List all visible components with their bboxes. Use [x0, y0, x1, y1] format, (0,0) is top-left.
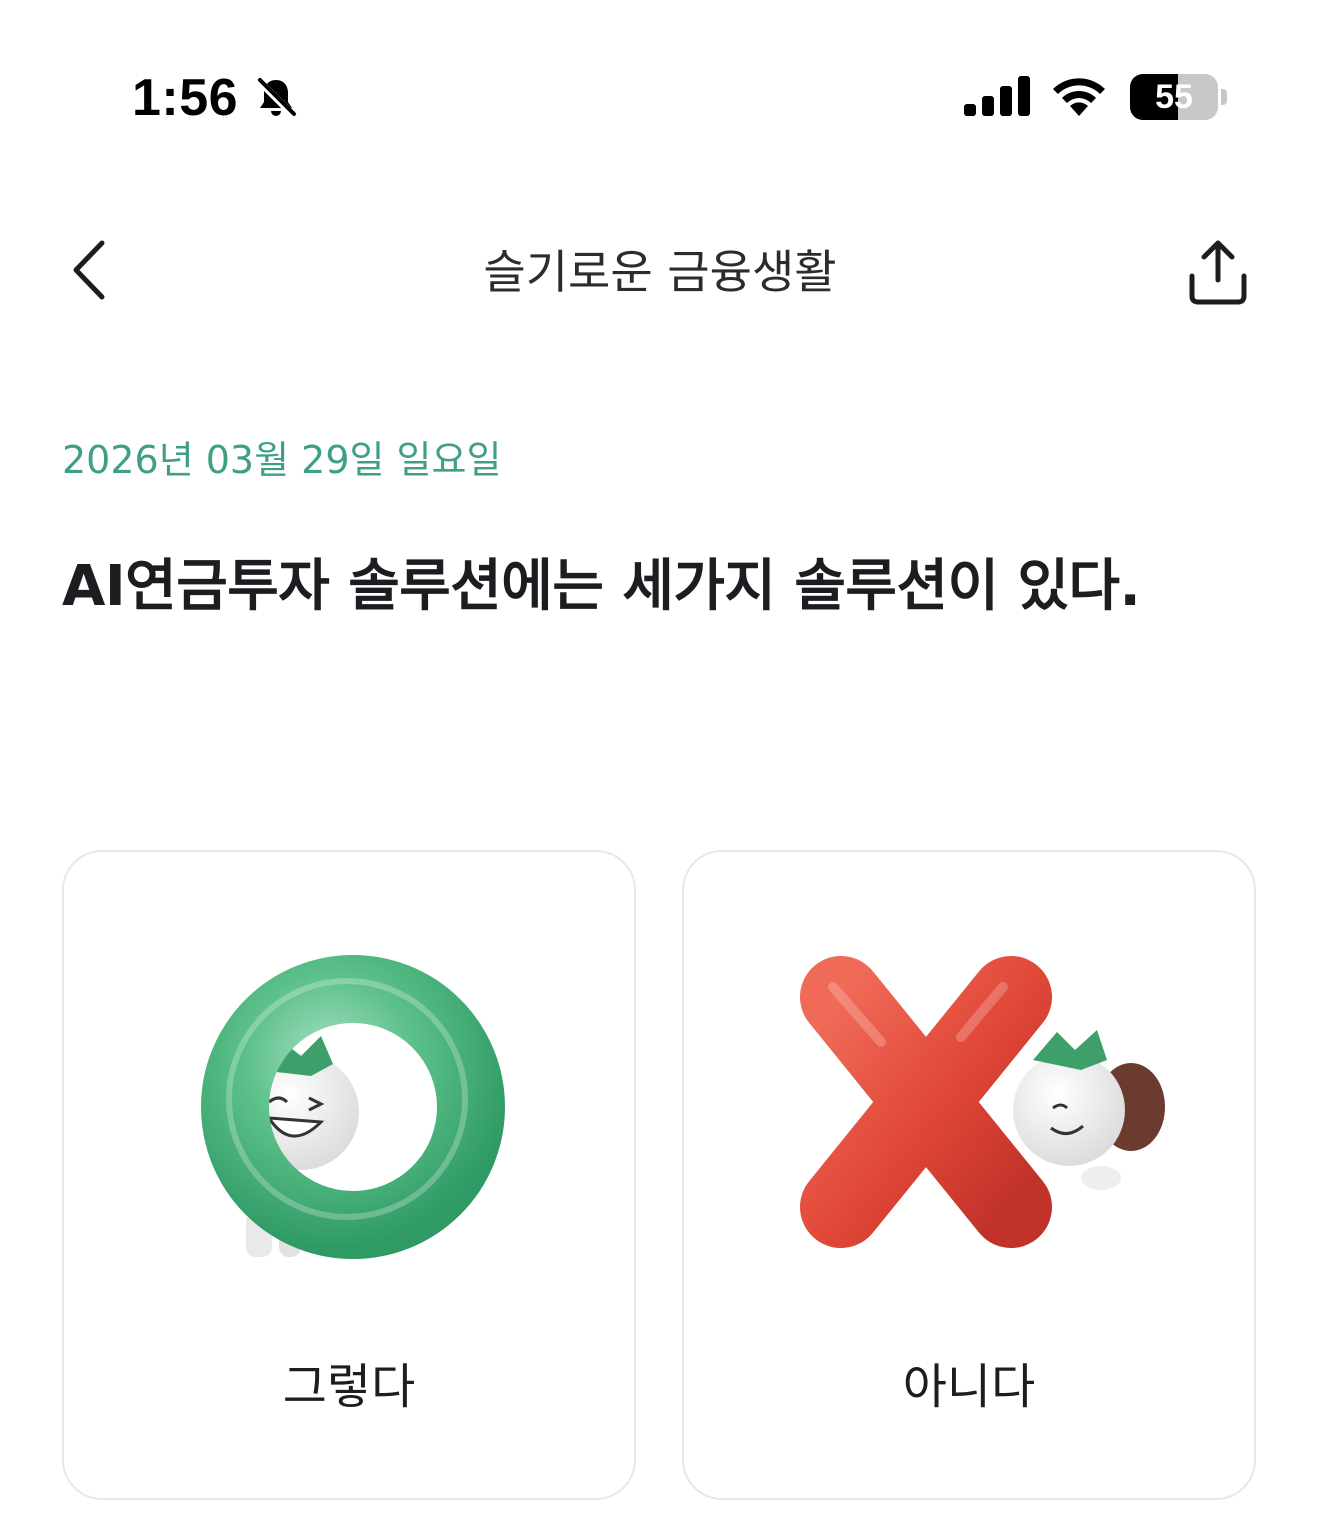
- share-button[interactable]: [1176, 230, 1260, 314]
- answer-no-label: 아니다: [902, 1359, 1036, 1415]
- answer-card-no[interactable]: 아니다: [682, 850, 1256, 1500]
- status-bar: 1:56 55: [0, 0, 1320, 190]
- cellular-signal-icon: [964, 76, 1030, 116]
- answer-card-yes[interactable]: 그렇다: [62, 850, 636, 1500]
- page-title: 슬기로운 금융생활: [483, 245, 837, 299]
- chevron-left-icon: [73, 240, 105, 300]
- answer-yes-label: 그렇다: [282, 1359, 416, 1415]
- bell-off-icon: [256, 78, 296, 118]
- wifi-icon: [1053, 78, 1105, 116]
- share-icon: [1189, 240, 1247, 305]
- quiz-question: AI연금투자 솔루션에는 세가지 솔루션이 있다.: [62, 554, 1141, 619]
- o-mark-character-icon: [201, 955, 505, 1259]
- x-mark-character-icon: [800, 956, 1165, 1248]
- battery-indicator: 55: [1130, 74, 1230, 120]
- quiz-date: 2026년 03월 29일 일요일: [62, 438, 502, 482]
- navigation-header: 슬기로운 금융생활: [0, 210, 1320, 340]
- status-time: 1:56: [132, 69, 239, 127]
- back-button[interactable]: [50, 230, 130, 310]
- battery-level: 55: [1155, 78, 1193, 116]
